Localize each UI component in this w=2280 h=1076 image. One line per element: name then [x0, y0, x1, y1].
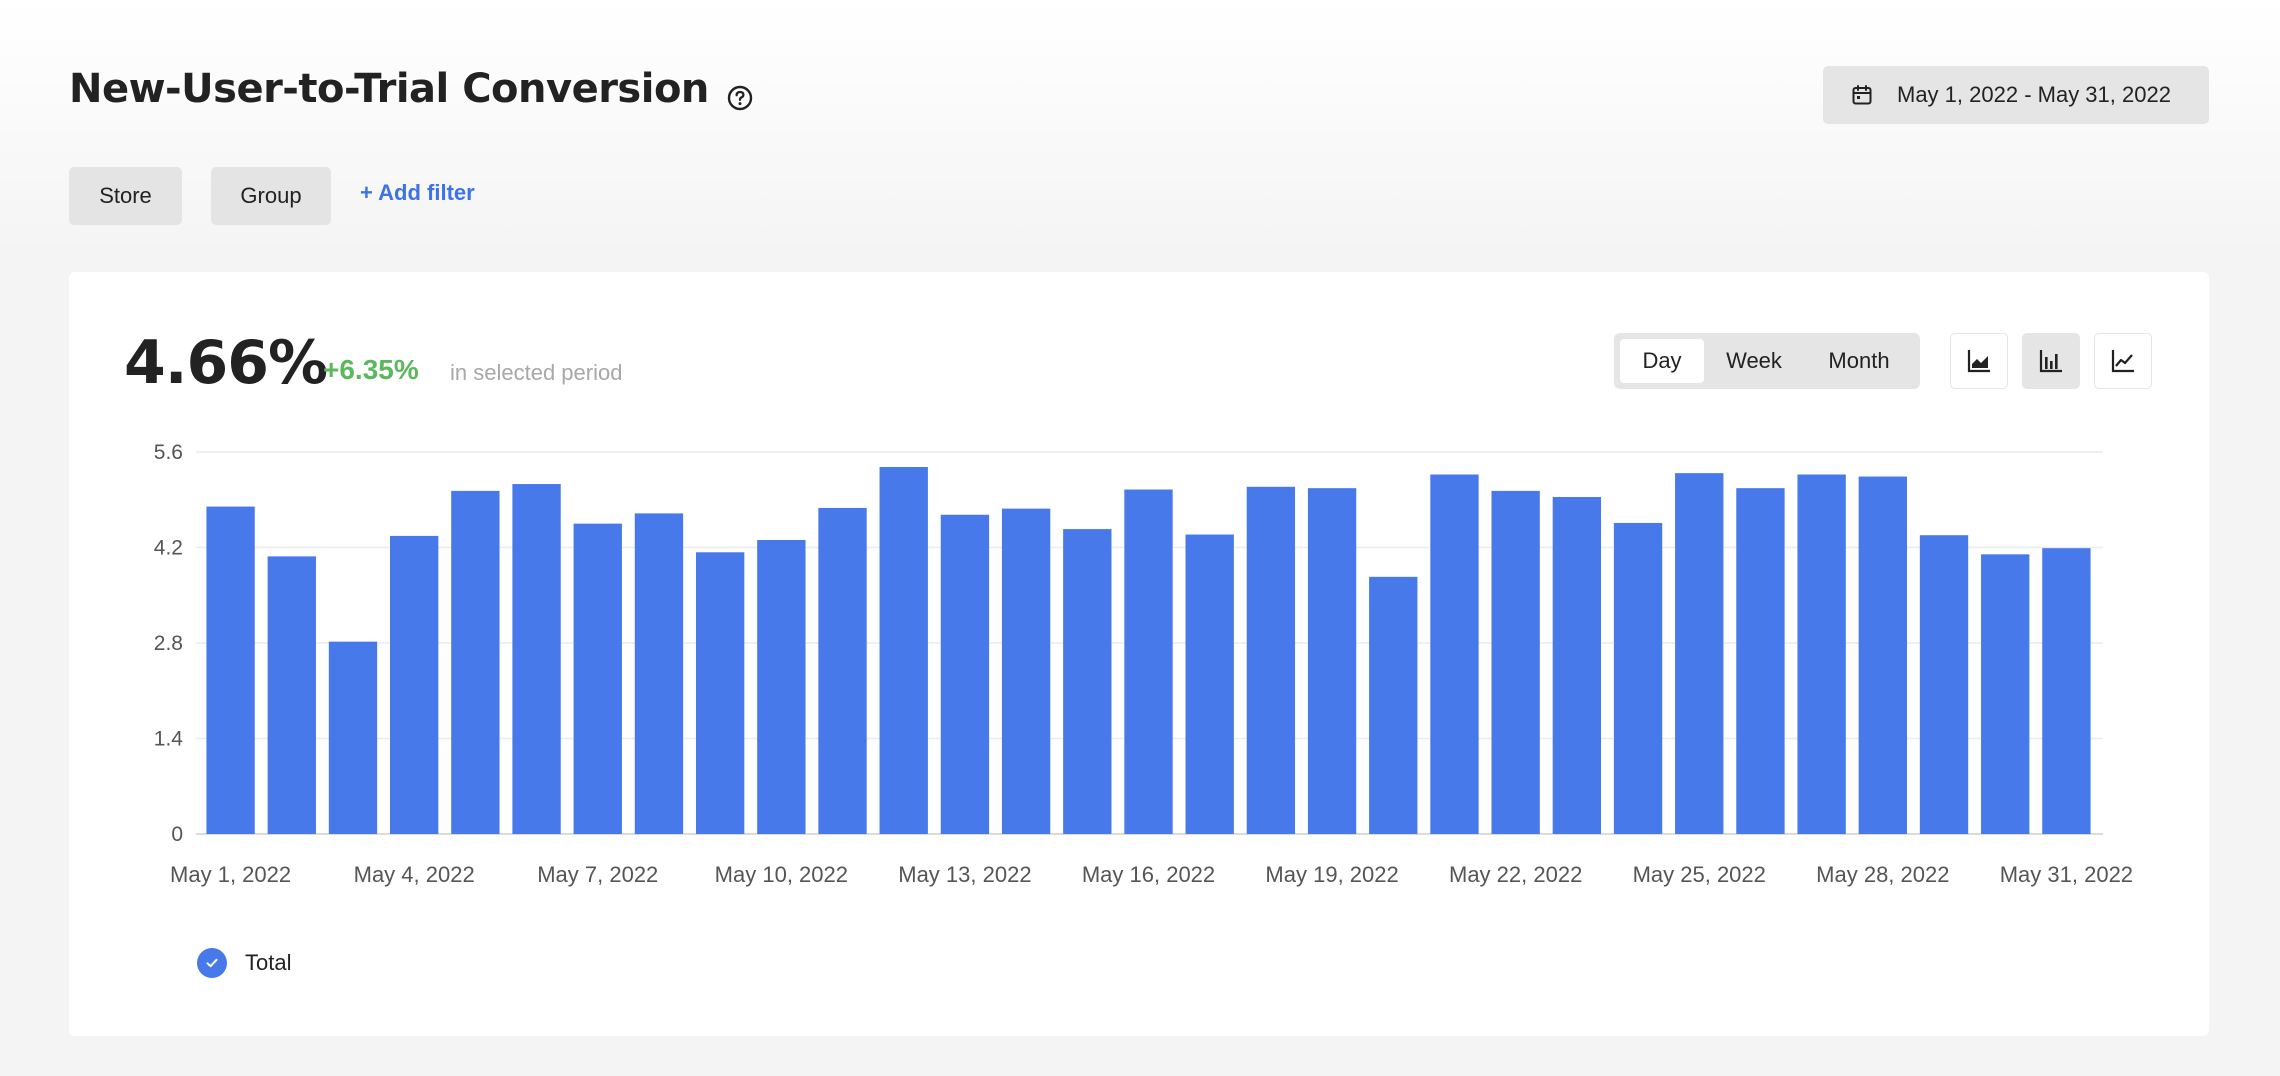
legend-item-total[interactable]: Total [197, 948, 291, 978]
x-tick-label: May 22, 2022 [1449, 862, 1582, 887]
bar [1552, 497, 1602, 834]
bar [695, 552, 745, 834]
date-range-picker[interactable]: May 1, 2022 - May 31, 2022 [1823, 66, 2209, 124]
bar [451, 490, 500, 834]
bar [1246, 486, 1296, 834]
page-title: New-User-to-Trial Conversion [69, 66, 709, 112]
bar [1001, 508, 1051, 834]
bar [1491, 490, 1540, 834]
bar [512, 484, 561, 834]
add-filter-link[interactable]: + Add filter [360, 180, 475, 206]
group-filter-button[interactable]: Group [211, 167, 331, 225]
x-tick-label: May 16, 2022 [1082, 862, 1215, 887]
bar [1124, 489, 1173, 834]
bar [2042, 548, 2091, 834]
y-tick-label: 0 [171, 823, 183, 846]
chart-card: 4.66% +6.35% in selected period Day Week… [69, 272, 2209, 1036]
bar [390, 535, 439, 834]
bar [1063, 529, 1112, 834]
x-tick-label: May 28, 2022 [1816, 862, 1949, 887]
bar-chart: 0 1.4 2.8 4.2 5.6 May 1, 2022 May 4, 2022 May 7… [154, 441, 2133, 887]
bar [1858, 476, 1907, 834]
bar [1736, 488, 1785, 834]
x-tick-label: May 7, 2022 [537, 862, 658, 887]
bar [1185, 534, 1234, 834]
store-filter-button[interactable]: Store [69, 167, 182, 225]
bar [1369, 576, 1418, 834]
calendar-icon [1852, 85, 1872, 105]
x-tick-label: May 4, 2022 [354, 862, 475, 887]
check-icon [197, 948, 227, 978]
y-tick-label: 4.2 [154, 537, 183, 560]
bar [1981, 554, 2030, 834]
bar [1430, 474, 1479, 834]
x-tick-label: May 31, 2022 [2000, 862, 2133, 887]
bar [879, 467, 928, 834]
bar [1307, 488, 1357, 834]
help-icon[interactable] [726, 84, 754, 112]
x-tick-label: May 1, 2022 [170, 862, 291, 887]
bar [1797, 474, 1846, 834]
bar [1675, 473, 1724, 834]
y-tick-label: 1.4 [154, 728, 184, 751]
bar [818, 507, 867, 834]
x-tick-label: May 10, 2022 [715, 862, 848, 887]
y-tick-label: 5.6 [154, 441, 183, 464]
bar [267, 556, 316, 834]
x-tick-label: May 25, 2022 [1633, 862, 1766, 887]
y-tick-label: 2.8 [154, 632, 183, 655]
bar [757, 539, 806, 834]
bar [634, 513, 684, 834]
bar [1613, 522, 1663, 834]
bar [328, 641, 378, 834]
x-tick-label: May 13, 2022 [898, 862, 1031, 887]
date-range-label: May 1, 2022 - May 31, 2022 [1897, 82, 2171, 107]
x-tick-label: May 19, 2022 [1265, 862, 1398, 887]
bar [573, 523, 622, 834]
bar [940, 514, 990, 834]
legend-label: Total [245, 950, 292, 975]
bar [1919, 535, 1969, 834]
bar [206, 506, 255, 834]
